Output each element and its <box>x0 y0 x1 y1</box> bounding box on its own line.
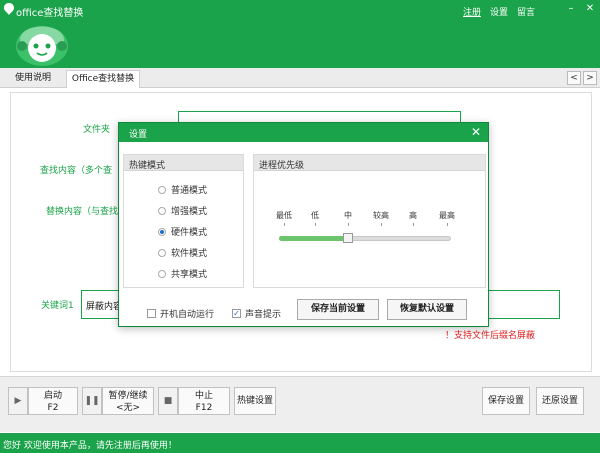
restore-default-settings-button[interactable]: 恢复默认设置 <box>387 299 467 320</box>
tab-help[interactable]: 使用说明 <box>6 70 60 88</box>
priority-label-lowest: 最低 <box>276 211 292 220</box>
bottom-toolbar: ▶ 启动 F2 ❚❚ 暂停/继续 <无> ■ 中止 F12 热键设置 保存设置 … <box>0 376 600 432</box>
auto-start-label: 开机自动运行 <box>160 310 215 320</box>
priority-tick <box>381 223 382 226</box>
process-priority-group: 进程优先级 <box>253 154 486 288</box>
sound-checkbox-row[interactable]: ✓ 声音提示 <box>232 307 281 320</box>
keyword-label: 关键词1 <box>41 301 74 311</box>
minimize-button[interactable]: – <box>564 3 578 15</box>
radio-icon <box>158 248 166 257</box>
pause-resume-button[interactable]: 暂停/继续 <无> <box>102 387 154 415</box>
feedback-link[interactable]: 留言 <box>517 5 535 18</box>
tab-scroll-left-button[interactable]: < <box>567 71 581 85</box>
radio-icon <box>158 185 166 194</box>
settings-dialog: 设置 ✕ 热键模式 普通模式 增强模式 硬件模式 软件模式 共享模式 进程优先级… <box>118 122 489 327</box>
replace-content-label: 替换内容（与查找 <box>46 207 119 217</box>
stop-button[interactable]: 中止 F12 <box>178 387 230 415</box>
save-settings-button[interactable]: 保存设置 <box>482 387 530 415</box>
radio-icon <box>158 206 166 215</box>
auto-start-checkbox[interactable] <box>147 309 156 318</box>
close-window-button[interactable]: ✕ <box>583 3 597 15</box>
start-button[interactable]: 启动 F2 <box>28 387 78 415</box>
dialog-title: 设置 <box>129 130 148 140</box>
radio-normal-mode[interactable]: 普通模式 <box>158 183 207 196</box>
settings-link[interactable]: 设置 <box>490 5 508 18</box>
register-link[interactable]: 注册 <box>463 5 481 18</box>
save-current-settings-button[interactable]: 保存当前设置 <box>297 299 379 320</box>
tab-office-replace[interactable]: Office查找替换 <box>66 70 140 88</box>
radio-enhanced-mode[interactable]: 增强模式 <box>158 204 207 217</box>
process-priority-title: 进程优先级 <box>254 155 485 171</box>
sound-checkbox[interactable]: ✓ <box>232 309 241 318</box>
priority-slider-thumb[interactable] <box>343 233 353 243</box>
stop-icon[interactable]: ■ <box>158 387 178 415</box>
dialog-header: 设置 ✕ <box>119 123 488 142</box>
priority-label-higher: 较高 <box>373 211 389 220</box>
priority-tick <box>348 223 349 226</box>
mascot-icon <box>16 26 68 66</box>
title-bar: office查找替换 注册 设置 留言 – ✕ <box>0 0 600 68</box>
priority-tick <box>315 223 316 226</box>
dialog-close-button[interactable]: ✕ <box>471 125 481 139</box>
radio-shared-mode[interactable]: 共享模式 <box>158 267 207 280</box>
hotkey-mode-group: 热键模式 普通模式 增强模式 硬件模式 软件模式 共享模式 <box>123 154 244 288</box>
auto-start-checkbox-row[interactable]: 开机自动运行 <box>147 307 214 320</box>
status-text: 您好 欢迎使用本产品，请先注册后再使用！ <box>3 441 177 451</box>
top-links: 注册 设置 留言 <box>463 5 535 18</box>
hotkey-mode-title: 热键模式 <box>124 155 243 171</box>
tab-bar: 使用说明 Office查找替换 < > <box>0 68 600 88</box>
radio-icon <box>158 269 166 278</box>
hotkey-settings-button[interactable]: 热键设置 <box>234 387 276 415</box>
priority-tick <box>447 223 448 226</box>
radio-selected-icon <box>158 227 166 236</box>
priority-label-high: 高 <box>409 211 417 220</box>
folder-label: 文件夹 <box>83 125 111 135</box>
priority-label-medium: 中 <box>344 211 352 220</box>
status-bar: 您好 欢迎使用本产品，请先注册后再使用！ <box>0 433 600 453</box>
pause-icon[interactable]: ❚❚ <box>82 387 102 415</box>
priority-slider-fill <box>279 236 348 241</box>
priority-label-low: 低 <box>311 211 319 220</box>
radio-software-mode[interactable]: 软件模式 <box>158 246 207 259</box>
tab-scroll-right-button[interactable]: > <box>583 71 597 85</box>
sound-label: 声音提示 <box>245 310 282 320</box>
restore-settings-button[interactable]: 还原设置 <box>536 387 584 415</box>
radio-hardware-mode[interactable]: 硬件模式 <box>158 225 207 238</box>
play-icon[interactable]: ▶ <box>8 387 28 415</box>
priority-tick <box>413 223 414 226</box>
support-note: ！支持文件后缀名屏蔽 <box>445 331 536 341</box>
find-content-label: 查找内容（多个查 <box>40 166 113 176</box>
priority-tick <box>284 223 285 226</box>
priority-label-highest: 最高 <box>439 211 455 220</box>
